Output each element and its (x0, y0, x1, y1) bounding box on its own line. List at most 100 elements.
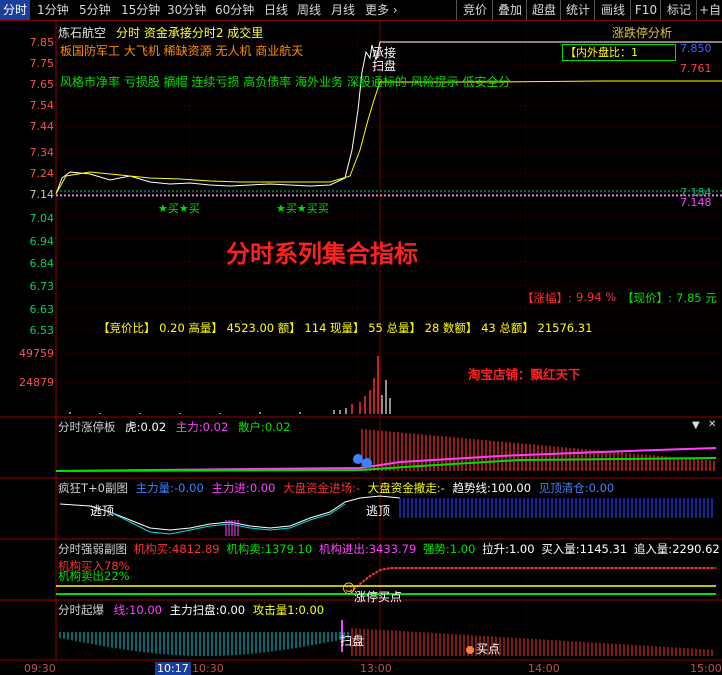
panel2-top-mark-1: 逃顶 (90, 504, 115, 518)
price-axis-label: 7.34 (29, 146, 55, 159)
panel1-val2: 0.02 (202, 420, 229, 434)
smiley-icon: ☺ (342, 582, 356, 597)
panel1-val1: 0.02 (140, 420, 167, 434)
price-tag-high: 7.850 (680, 42, 712, 55)
panel4-key2: 主力扫盘: (169, 603, 220, 617)
time-1400: 14:00 (528, 662, 560, 675)
panel3-key6: 买入量: (541, 542, 580, 556)
panel1-collapse-icon[interactable]: ▼ (692, 420, 700, 431)
panel1-face-icon (353, 454, 363, 464)
panel4-key1: 线: (113, 603, 130, 617)
panel3-header: 分时强弱副图 机构买:4812.89 机构卖:1379.10 机构进出:3433… (58, 541, 720, 557)
panel2-key4: 大盘资金撤走: (367, 481, 441, 495)
panel2-key2: 主力进: (211, 481, 250, 495)
price-label: 【现价】: (622, 291, 672, 305)
price-axis-label: 6.94 (29, 235, 55, 248)
panel2-val3: - (355, 481, 361, 495)
panel3-key1: 机构买: (133, 542, 173, 556)
panel1-close-icon[interactable]: ✕ (708, 419, 716, 430)
concept-sectors: 板国防军工 大飞机 稀缺资源 无人机 商业航天 (60, 44, 304, 58)
panel1-key2: 主力: (175, 420, 203, 434)
change-label: 【涨幅】: (522, 291, 572, 305)
panel2-val2: 0.00 (249, 481, 276, 495)
buy-signal-marks-2: ★买★买买 (276, 202, 329, 215)
auction-stats-row: 【竞价比】 0.20 高量】 4523.00 额】 114 现量】 55 总量】… (98, 321, 593, 335)
price-tag-mid2: 7.148 (680, 196, 712, 209)
panel3-val4: 1.00 (449, 542, 476, 556)
panel2-val1: -0.00 (174, 481, 204, 495)
panel1-header: 分时涨停板 虎:0.02 主力:0.02 散户:0.02 (58, 419, 290, 435)
price-axis-label: 7.04 (29, 212, 55, 225)
time-1500: 15:00 (690, 662, 722, 675)
panel3-key4: 强势: (422, 542, 450, 556)
price-axis-label: 7.24 (29, 167, 55, 180)
accept-mark: 承接 (372, 46, 397, 60)
time-cursor: 10:17 (155, 662, 191, 675)
time-1030: 10:30 (192, 662, 224, 675)
panel4-buy-mark: 买点 (476, 642, 501, 656)
panel2-key3: 大盘资金进场: (283, 481, 356, 495)
panel3-val6: 1145.31 (579, 542, 628, 556)
panel4-val2: 0.00 (219, 603, 246, 617)
panel4-header: 分时起爆 线:10.00 主力扫盘:0.00 攻击量1:0.00 (58, 602, 324, 618)
panel4-key3: 攻击量1: (252, 603, 299, 617)
buy-signal-marks-1: ★买★买 (158, 202, 200, 215)
price-value: 7.85 元 (676, 291, 717, 305)
price-tag-avg: 7.761 (680, 62, 712, 75)
panel2-title[interactable]: 疯狂T+0副图 (58, 481, 128, 495)
panel1-key1: 虎: (125, 420, 141, 434)
price-axis-label: 6.73 (29, 280, 55, 293)
panel1-key3: 散户: (237, 420, 265, 434)
price-axis-label: 7.14 (29, 188, 55, 201)
average-line (55, 80, 722, 195)
panel2-val6: 0.00 (588, 481, 615, 495)
panel3-key2: 机构卖: (226, 542, 265, 556)
limit-analysis-button[interactable]: 涨跌停分析 (612, 24, 672, 41)
panel4-title[interactable]: 分时起爆 (58, 603, 104, 617)
panel3-buy-line (349, 567, 716, 593)
time-1300: 13:00 (360, 662, 392, 675)
panel1-face-icon (362, 458, 372, 468)
panel2-header: 疯狂T+0副图 主力量:-0.00 主力进:0.00 大盘资金进场:- 大盘资金… (58, 480, 614, 496)
panel2-main-line (109, 503, 346, 535)
price-axis-label: 7.44 (29, 120, 55, 133)
panel3-title[interactable]: 分时强弱副图 (58, 542, 127, 556)
panel2-key6: 见顶清仓: (538, 481, 589, 495)
price-axis-label: 6.63 (29, 303, 55, 316)
panel2-key5: 趋势线: (452, 481, 491, 495)
panel1-title[interactable]: 分时涨停板 (58, 420, 116, 434)
price-axis-label: 7.54 (29, 99, 55, 112)
panel4-sweep-mark: 扫盘 (340, 634, 365, 648)
panel2-val5: 100.00 (490, 481, 532, 495)
price-axis-label: 7.75 (29, 57, 55, 70)
panel2-key1: 主力量: (135, 481, 175, 495)
price-axis-label: 7.85 (29, 36, 55, 49)
volume-axis-mid: 24879 (19, 376, 54, 389)
panel1-val3: 0.02 (264, 420, 291, 434)
price-axis-label: 6.53 (29, 324, 55, 337)
panel3-val3: 3433.79 (368, 542, 417, 556)
volume-axis-max: 49759 (19, 347, 54, 360)
price-axis-label: 7.65 (29, 78, 55, 91)
time-0930: 09:30 (24, 662, 56, 675)
inst-sell-pct: 机构卖出22% (58, 569, 130, 583)
panel3-key7: 追入量: (633, 542, 673, 556)
stock-name: 炼石航空 (58, 26, 107, 40)
panel4-val3: 0.00 (298, 603, 325, 617)
shop-label: 淘宝店铺：飘红天下 (468, 367, 581, 382)
panel3-val5: 1.00 (508, 542, 535, 556)
inout-ratio-box: 【内外盘比：1 (562, 44, 676, 61)
main-indicator-name[interactable]: 分时 资金承接分时2 成交里 (116, 24, 263, 41)
price-axis-label: 6.84 (29, 257, 55, 270)
change-value: 9.94 % (576, 290, 617, 304)
panel2-top-mark-2: 逃顶 (366, 504, 391, 518)
panel3-val1: 4812.89 (172, 542, 220, 556)
panel4-buy-dot (466, 646, 474, 654)
panel3-val7: 2290.62 (672, 542, 720, 556)
panel3-val2: 1379.10 (264, 542, 313, 556)
panel3-key5: 拉升: (482, 542, 509, 556)
panel3-key3: 机构进出: (318, 542, 369, 556)
panel4-val1: 10.00 (129, 603, 162, 617)
panel2-val4: - (440, 481, 445, 495)
limit-buy-point-mark: 涨停买点 (354, 590, 403, 604)
